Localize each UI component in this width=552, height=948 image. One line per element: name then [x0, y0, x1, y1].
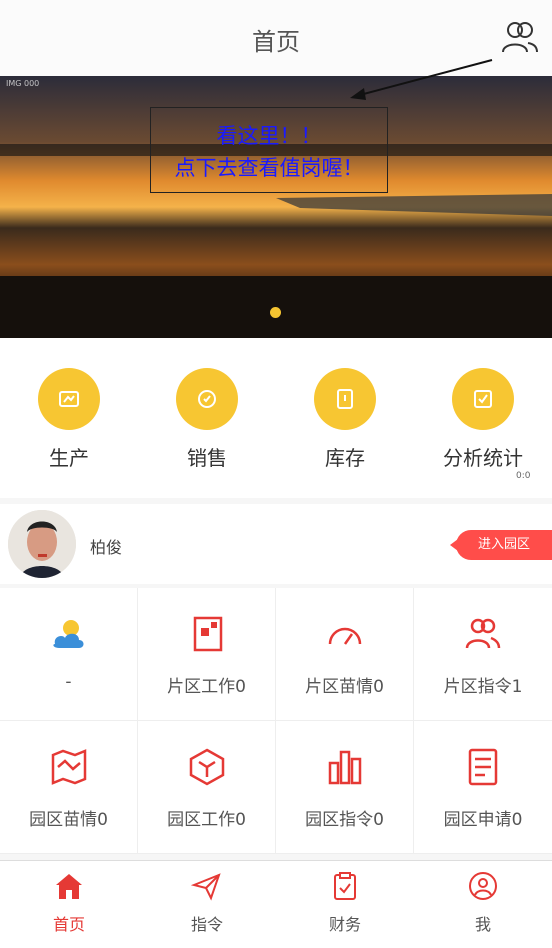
- grid-item-park-command[interactable]: 园区指令0: [276, 721, 414, 854]
- page-title: 首页: [252, 28, 300, 56]
- grid-label-park-application: 园区申请0: [443, 810, 523, 830]
- profile-name: 柏俊: [90, 538, 123, 557]
- quick-item-analytics[interactable]: 分析统计: [423, 368, 543, 471]
- quick-item-production[interactable]: 生产: [9, 368, 129, 471]
- district-command-icon: [465, 618, 501, 649]
- grid-item-park-application[interactable]: 园区申请0: [414, 721, 552, 854]
- hint-annotation: 看这里！！ 点下去查看值岗喔！: [150, 107, 388, 193]
- grid-label-park-seedling: 园区苗情0: [29, 810, 108, 830]
- send-icon: [190, 873, 221, 901]
- tab-finance[interactable]: 财务: [276, 871, 414, 935]
- hint-line-1: 看这里！！: [216, 124, 322, 148]
- function-grid: - 片区工作0 片区苗情0 片区指令1 园区苗情0 园区工作0 园区指令0 园区…: [0, 588, 552, 854]
- park-work-icon: [189, 748, 224, 786]
- quick-menu: 生产 销售 库存 分析统计 0:0: [0, 338, 552, 498]
- park-seedling-icon: [51, 749, 86, 785]
- sales-icon: [198, 390, 216, 408]
- enter-park-button[interactable]: 进入园区: [450, 530, 552, 560]
- analytics-icon: [474, 390, 492, 408]
- park-application-icon: [468, 748, 498, 786]
- home-icon: [56, 874, 82, 899]
- tab-commands[interactable]: 指令: [138, 871, 276, 935]
- inventory-icon: [337, 389, 353, 409]
- park-command-icon: [328, 750, 361, 785]
- production-icon: [59, 391, 79, 407]
- grid-label-weather: -: [65, 672, 72, 692]
- users-icon[interactable]: [498, 16, 542, 60]
- quick-item-inventory[interactable]: 库存: [285, 368, 405, 471]
- grid-label-park-command: 园区指令0: [305, 810, 384, 830]
- grid-item-district-seedling[interactable]: 片区苗情0: [276, 588, 414, 721]
- banner-watermark: IMG 000: [6, 79, 40, 88]
- avatar[interactable]: [8, 510, 76, 578]
- tab-label-finance: 财务: [328, 915, 361, 934]
- hint-line-2: 点下去查看值岗喔！: [174, 156, 364, 180]
- profile-row: 柏俊 进入园区: [0, 504, 552, 584]
- tab-home[interactable]: 首页: [0, 871, 138, 935]
- grid-label-district-work: 片区工作0: [167, 677, 246, 697]
- grid-item-weather[interactable]: -: [0, 588, 138, 721]
- district-seedling-icon: [328, 627, 361, 645]
- quick-label-production: 生产: [49, 446, 89, 470]
- analytics-badge: 0:0: [516, 471, 531, 481]
- quick-item-sales[interactable]: 销售: [147, 368, 267, 471]
- grid-label-park-work: 园区工作0: [167, 810, 246, 830]
- user-icon: [469, 872, 497, 900]
- carousel-indicator[interactable]: [270, 307, 281, 318]
- tab-label-home: 首页: [52, 915, 85, 934]
- app-header: 首页: [0, 0, 552, 77]
- quick-label-analytics: 分析统计: [443, 446, 523, 470]
- clipboard-icon: [334, 872, 356, 900]
- tab-label-me: 我: [474, 915, 491, 934]
- tab-me[interactable]: 我: [414, 871, 552, 935]
- grid-item-park-work[interactable]: 园区工作0: [138, 721, 276, 854]
- tab-label-commands: 指令: [190, 915, 223, 934]
- district-work-icon: [193, 616, 222, 652]
- grid-item-park-seedling[interactable]: 园区苗情0: [0, 721, 138, 854]
- grid-item-district-work[interactable]: 片区工作0: [138, 588, 276, 721]
- quick-label-sales: 销售: [187, 446, 227, 470]
- bottom-tab-bar: 首页 指令 财务 我: [0, 860, 552, 948]
- grid-label-district-seedling: 片区苗情0: [305, 677, 384, 697]
- quick-label-inventory: 库存: [325, 446, 365, 470]
- grid-label-district-command: 片区指令1: [443, 677, 523, 697]
- weather-icon: [52, 620, 83, 648]
- grid-item-district-command[interactable]: 片区指令1: [414, 588, 552, 721]
